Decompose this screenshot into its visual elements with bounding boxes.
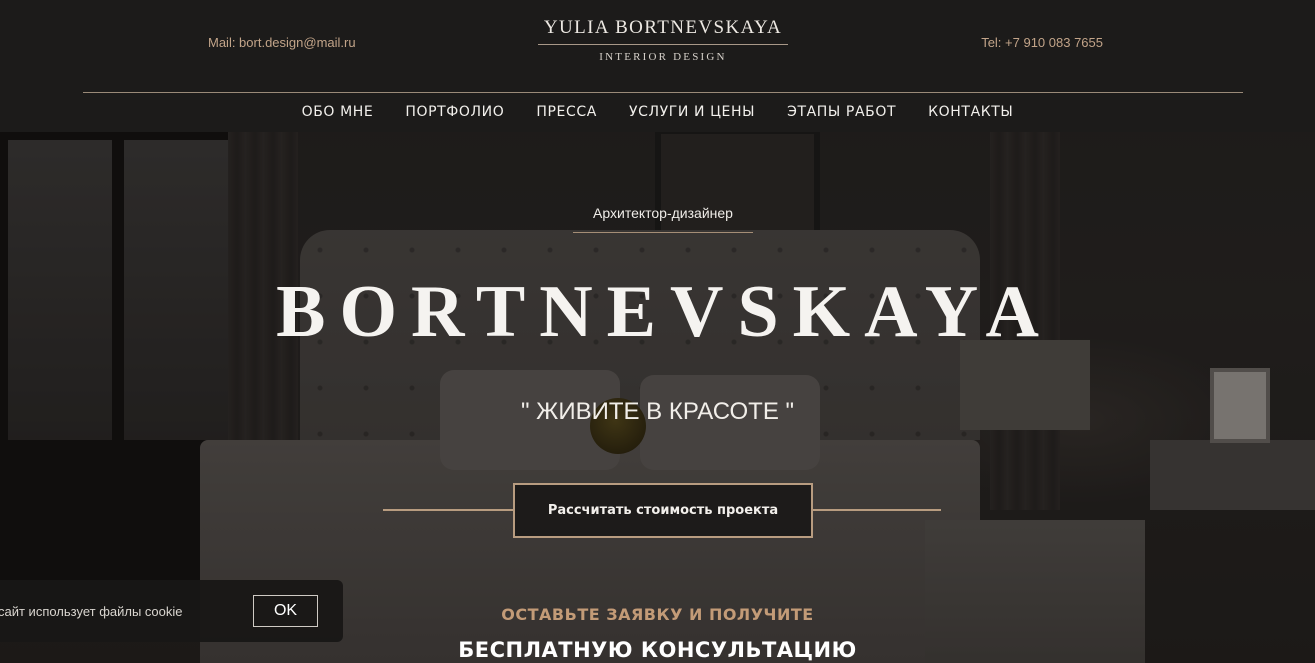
hero-brand-title: BORTNEVSKAYA <box>276 271 1053 353</box>
hero-subtitle: Архитектор-дизайнер <box>573 205 753 233</box>
logo-name: YULIA BORTNEVSKAYA <box>538 17 788 45</box>
phone-link[interactable]: Tel: +7 910 083 7655 <box>981 35 1103 50</box>
cookie-ok-button[interactable]: OK <box>253 595 318 627</box>
hero-slogan: " ЖИВИТЕ В КРАСОТЕ " <box>520 398 795 425</box>
nav-item-press[interactable]: ПРЕССА <box>536 104 597 120</box>
site-logo[interactable]: YULIA BORTNEVSKAYA INTERIOR DESIGN <box>538 17 788 63</box>
site-header: Mail: bort.design@mail.ru YULIA BORTNEVS… <box>0 0 1315 132</box>
nav-item-contacts[interactable]: КОНТАКТЫ <box>928 104 1013 120</box>
header-divider <box>83 92 1243 93</box>
nav-item-services-prices[interactable]: УСЛУГИ И ЦЕНЫ <box>629 104 755 120</box>
nav-item-about[interactable]: ОБО МНЕ <box>302 104 374 120</box>
main-nav: ОБО МНЕ ПОРТФОЛИО ПРЕССА УСЛУГИ И ЦЕНЫ Э… <box>0 104 1315 120</box>
logo-subtitle: INTERIOR DESIGN <box>599 51 727 63</box>
email-link[interactable]: Mail: bort.design@mail.ru <box>208 35 356 50</box>
cookie-text: сайт использует файлы cookie <box>0 604 183 619</box>
nav-item-portfolio[interactable]: ПОРТФОЛИО <box>405 104 504 120</box>
cta-divider-left <box>383 509 513 511</box>
cta-divider-right <box>813 509 941 511</box>
cookie-banner: сайт использует файлы cookie OK <box>0 580 343 642</box>
calculate-cost-button[interactable]: Рассчитать стоимость проекта <box>513 483 813 538</box>
nav-item-work-stages[interactable]: ЭТАПЫ РАБОТ <box>787 104 896 120</box>
